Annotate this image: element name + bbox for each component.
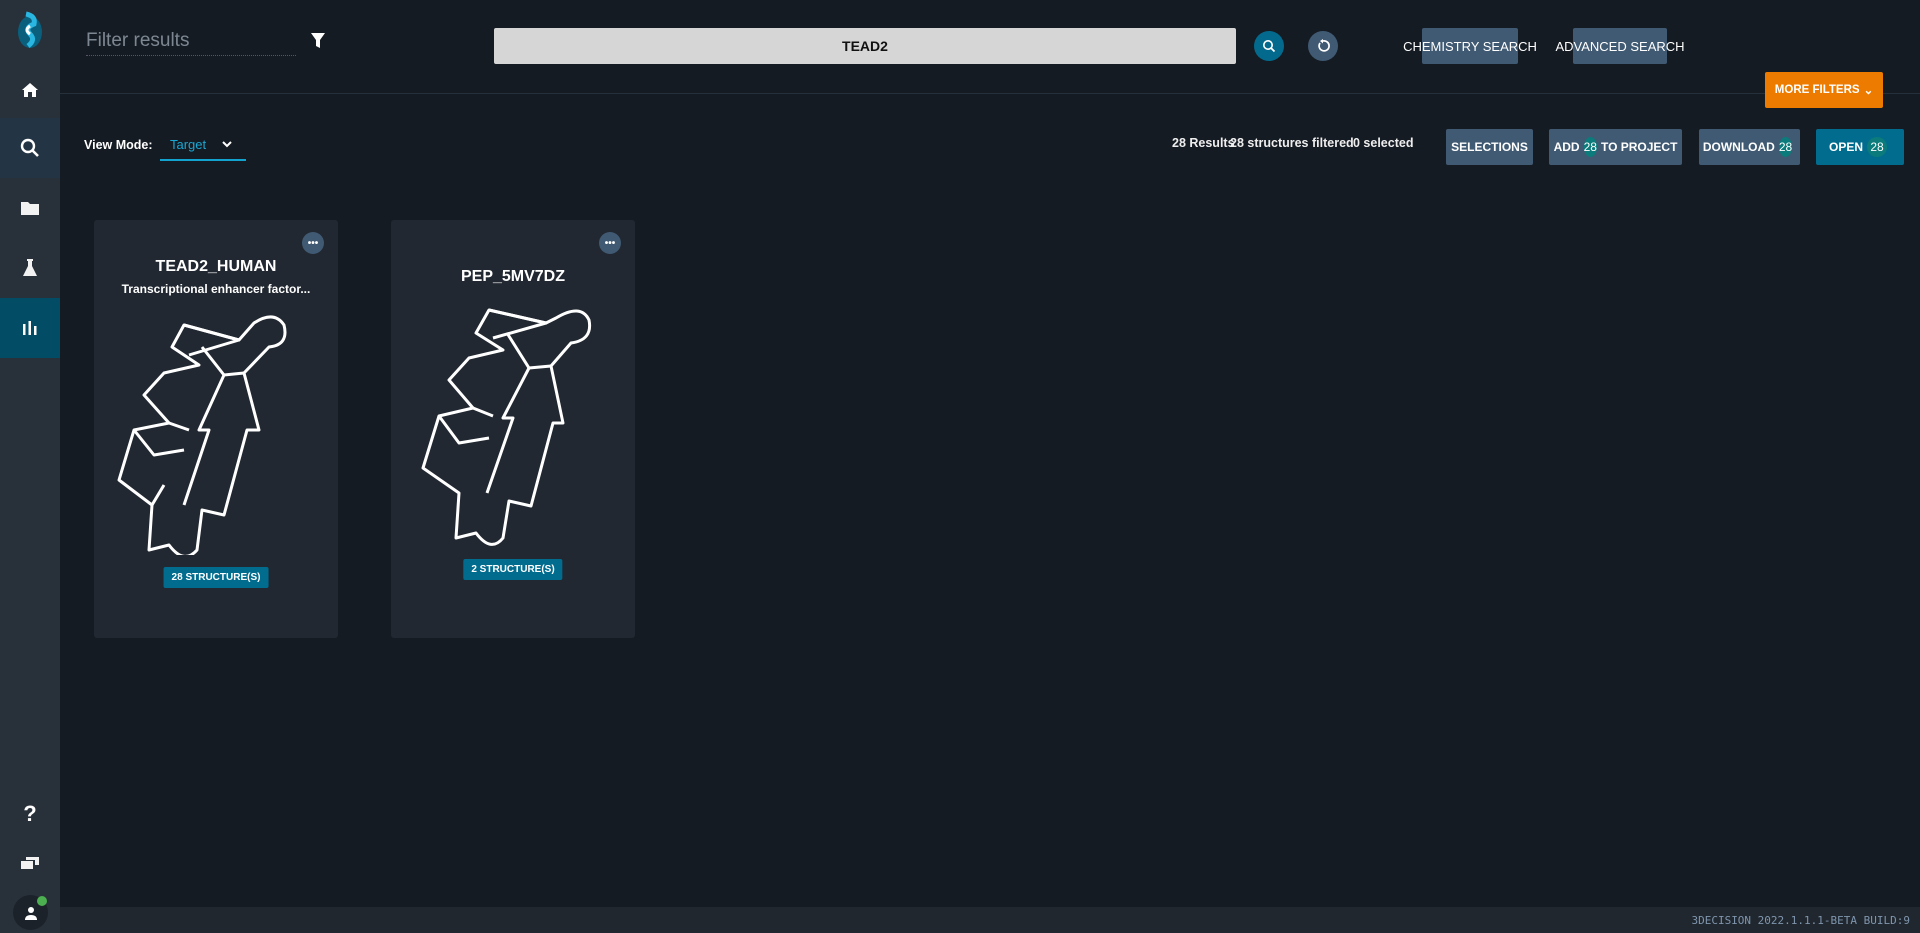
selected-count: 0 selected — [1353, 136, 1414, 150]
logo-icon — [18, 11, 42, 48]
chemistry-search-button[interactable]: CHEMISTRY SEARCH — [1403, 28, 1537, 64]
open-label: OPEN — [1828, 140, 1863, 154]
view-mode-value: Target — [170, 137, 207, 152]
search-input[interactable]: TEAD2 — [494, 28, 1236, 64]
footer: 3DECISION 2022.1.1.1-BETA BUILD:9 — [60, 907, 1920, 933]
user-avatar[interactable] — [13, 895, 48, 930]
advanced-search-button[interactable]: ADVANCED SEARCH — [1555, 28, 1685, 64]
reset-button[interactable] — [1308, 31, 1338, 61]
download-label: DOWNLOAD — [1702, 140, 1775, 154]
add-label: ADD — [1553, 140, 1580, 154]
results-count: 28 Results — [1172, 136, 1235, 150]
target-card[interactable]: ••• TEAD2_HUMAN Transcriptional enhancer… — [94, 220, 338, 638]
sidebar-item-analytics[interactable] — [0, 298, 60, 358]
reset-icon — [1318, 39, 1330, 52]
card-title: PEP_5MV7DZ — [460, 268, 566, 285]
count-badge: 28 — [1867, 137, 1887, 157]
online-status-dot — [37, 896, 47, 906]
windows-button[interactable] — [0, 833, 60, 893]
card-title: TEAD2_HUMAN — [155, 258, 277, 275]
header: TEAD2 CHEMISTRY SEARCH ADVANCED SEARCH — [60, 0, 1920, 94]
protein-structure-icon — [421, 308, 592, 546]
view-mode-label: View Mode: — [84, 138, 153, 152]
more-filters-button[interactable]: MORE FILTERS ⌄ — [1765, 72, 1883, 108]
search-icon — [1263, 40, 1276, 53]
version-text: 3DECISION 2022.1.1.1-BETA BUILD:9 — [1691, 913, 1910, 927]
count-badge: 28 — [1778, 137, 1793, 157]
card-subtitle: Transcriptional enhancer factor... — [121, 282, 311, 296]
count-badge: 28 — [1583, 137, 1597, 157]
more-filters-label: MORE FILTERS — [1774, 84, 1860, 96]
bar-chart-icon — [23, 321, 37, 335]
main: TEAD2 CHEMISTRY SEARCH ADVANCED SEARCH M… — [60, 0, 1920, 907]
search-icon — [20, 138, 39, 157]
to-project-label: TO PROJECT — [1600, 140, 1678, 154]
chevron-down-icon — [222, 141, 232, 148]
logo[interactable] — [0, 0, 60, 60]
sidebar-item-search[interactable] — [0, 118, 60, 178]
filter-results-input[interactable] — [86, 26, 296, 56]
view-mode-select[interactable]: Target — [160, 130, 246, 161]
user-icon — [24, 906, 37, 920]
structures-badge[interactable]: 2 STRUCTURE(S) — [463, 559, 563, 580]
more-options-button[interactable]: ••• — [599, 232, 621, 254]
structures-badge[interactable]: 28 STRUCTURE(S) — [163, 567, 269, 588]
sidebar: ? — [0, 0, 60, 933]
download-button[interactable]: DOWNLOAD 28 — [1699, 129, 1800, 165]
sidebar-item-home[interactable] — [0, 60, 60, 120]
more-options-button[interactable]: ••• — [302, 232, 324, 254]
sidebar-item-projects[interactable] — [0, 178, 60, 238]
sidebar-item-chemistry[interactable] — [0, 238, 60, 298]
selections-button[interactable]: SELECTIONS — [1446, 129, 1533, 165]
windows-icon — [21, 857, 39, 869]
filter-icon[interactable] — [311, 33, 325, 49]
structures-filtered: 28 structures filtered — [1230, 136, 1354, 150]
chevron-down-icon: ⌄ — [1863, 85, 1874, 97]
flask-icon — [23, 259, 37, 276]
protein-structure-icon — [117, 315, 287, 555]
search-button[interactable] — [1254, 31, 1284, 61]
folder-icon — [21, 202, 39, 215]
home-icon — [22, 83, 38, 97]
help-icon: ? — [23, 801, 37, 826]
add-to-project-button[interactable]: ADD 28 TO PROJECT — [1549, 129, 1682, 165]
target-card[interactable]: ••• PEP_5MV7DZ 2 STRUCTURE(S) — [391, 220, 635, 638]
open-button[interactable]: OPEN 28 — [1816, 129, 1904, 165]
